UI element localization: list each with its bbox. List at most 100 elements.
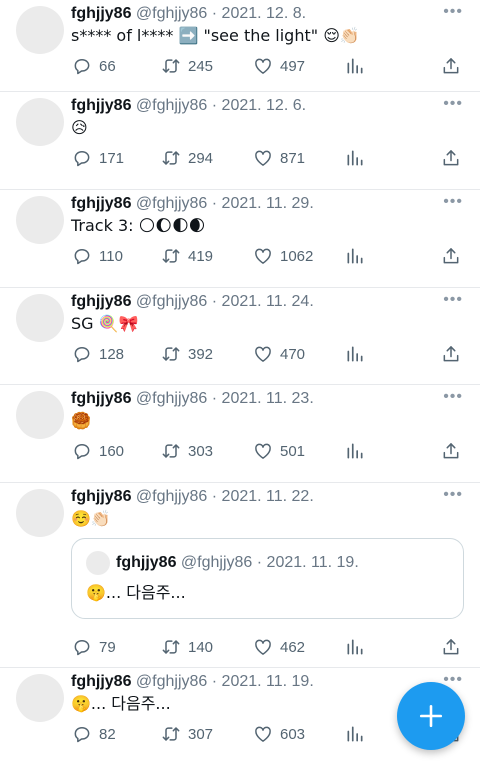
tweet-date[interactable]: 2021. 11. 24. [222,293,314,310]
avatar[interactable] [16,6,64,54]
heart-icon [255,443,271,459]
tweet-date[interactable]: 2021. 11. 29. [222,195,314,212]
plus-icon [419,704,443,728]
tweet[interactable]: ••• fghjjy86 @fghjjy86 · 2021. 12. 8. s*… [0,0,480,92]
views-button[interactable] [345,719,372,749]
author-name[interactable]: fghjjy86 [71,293,131,310]
author-handle: @fghjjy86 [135,97,208,114]
like-count: 501 [280,442,306,460]
tweet[interactable]: ••• fghjjy86 @fghjjy86 · 2021. 11. 23. 🥮… [0,385,480,483]
quoted-date: 2021. 11. 19. [266,554,359,571]
like-count: 462 [280,638,306,656]
tweet[interactable]: ••• fghjjy86 @fghjjy86 · 2021. 12. 6. 😥 … [0,92,480,190]
separator: · [256,554,263,571]
retweet-button[interactable]: 419 [161,241,213,271]
retweet-count: 245 [188,57,214,75]
author-name[interactable]: fghjjy86 [71,673,131,690]
views-button[interactable] [345,143,372,173]
like-button[interactable]: 462 [253,632,305,662]
more-icon[interactable]: ••• [443,4,463,20]
author-handle: @fghjjy86 [135,673,208,690]
retweet-button[interactable]: 294 [161,143,213,173]
like-button[interactable]: 470 [253,339,305,369]
retweet-button[interactable]: 303 [161,436,213,466]
share-button[interactable] [441,241,468,271]
more-icon[interactable]: ••• [443,194,463,210]
reply-button[interactable]: 79 [72,632,116,662]
heart-icon [255,248,271,264]
views-button[interactable] [345,436,372,466]
reply-icon [74,444,90,460]
tweet[interactable]: ••• fghjjy86 @fghjjy86 · 2021. 11. 29. T… [0,190,480,288]
reply-icon [74,59,90,75]
views-button[interactable] [345,51,372,81]
author-name[interactable]: fghjjy86 [71,5,131,22]
retweet-button[interactable]: 245 [161,51,213,81]
retweet-icon [162,59,180,73]
author-handle: @fghjjy86 [135,390,208,407]
retweet-icon [162,727,180,741]
author-name[interactable]: fghjjy86 [71,390,131,407]
retweet-button[interactable]: 392 [161,339,213,369]
share-button[interactable] [441,632,468,662]
author-name[interactable]: fghjjy86 [71,488,131,505]
share-button[interactable] [441,339,468,369]
like-button[interactable]: 603 [253,719,305,749]
tweet-date[interactable]: 2021. 11. 23. [222,390,314,407]
author-handle: @fghjjy86 [135,293,208,310]
retweet-button[interactable]: 307 [161,719,213,749]
author-name[interactable]: fghjjy86 [71,195,131,212]
retweet-button[interactable]: 140 [161,632,213,662]
reply-button[interactable]: 110 [72,241,123,271]
quoted-tweet[interactable]: fghjjy86 @fghjjy86 · 2021. 11. 19. 🤫... … [71,538,464,619]
like-button[interactable]: 871 [253,143,305,173]
avatar[interactable] [16,489,64,537]
separator: · [211,673,218,690]
tweet[interactable]: ••• fghjjy86 @fghjjy86 · 2021. 11. 24. S… [0,288,480,385]
like-button[interactable]: 1062 [253,241,313,271]
views-icon [347,443,363,459]
retweet-count: 294 [188,149,214,167]
reply-button[interactable]: 160 [72,436,124,466]
avatar[interactable] [16,391,64,439]
more-icon[interactable]: ••• [443,487,463,503]
reply-button[interactable]: 128 [72,339,124,369]
tweet-date[interactable]: 2021. 11. 22. [222,488,314,505]
author-name[interactable]: fghjjy86 [71,97,131,114]
views-button[interactable] [345,241,372,271]
reply-button[interactable]: 66 [72,51,116,81]
avatar[interactable] [16,98,64,146]
reply-count: 160 [99,442,125,460]
views-icon [347,639,363,655]
more-icon[interactable]: ••• [443,389,463,405]
reply-button[interactable]: 171 [72,143,124,173]
avatar[interactable] [16,674,64,722]
tweet-date[interactable]: 2021. 12. 8. [222,5,307,22]
reply-count: 110 [99,247,123,265]
retweet-count: 140 [188,638,214,656]
quoted-author-name: fghjjy86 [116,554,177,571]
share-button[interactable] [441,143,468,173]
like-button[interactable]: 497 [253,51,305,81]
reply-button[interactable]: 82 [72,719,116,749]
tweet-date[interactable]: 2021. 11. 19. [222,673,314,690]
views-button[interactable] [345,632,372,662]
heart-icon [255,58,271,74]
retweet-icon [162,347,180,361]
more-icon[interactable]: ••• [443,96,463,112]
avatar[interactable] [16,196,64,244]
retweet-icon [162,444,180,458]
tweet[interactable]: ••• fghjjy86 @fghjjy86 · 2021. 11. 22. ☺… [0,483,480,668]
tweet-text: ☺️👏🏻 [71,509,111,528]
tweet-date[interactable]: 2021. 12. 6. [222,97,307,114]
like-count: 497 [280,57,306,75]
share-button[interactable] [441,436,468,466]
share-button[interactable] [441,51,468,81]
compose-button[interactable] [397,682,465,750]
quoted-avatar [86,551,110,575]
reply-count: 82 [99,725,116,743]
more-icon[interactable]: ••• [443,292,463,308]
like-button[interactable]: 501 [253,436,305,466]
views-button[interactable] [345,339,372,369]
avatar[interactable] [16,294,64,342]
